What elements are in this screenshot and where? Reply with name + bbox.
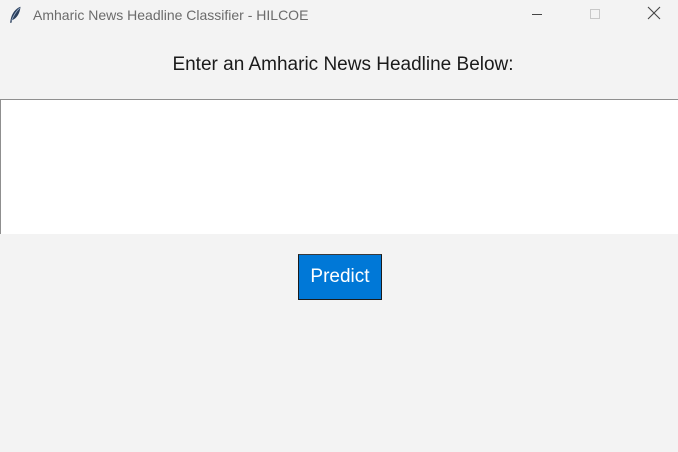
close-icon (647, 6, 661, 25)
title-bar[interactable]: Amharic News Headline Classifier - HILCO… (0, 0, 678, 31)
window-title: Amharic News Headline Classifier - HILCO… (33, 7, 309, 23)
headline-prompt-label: Enter an Amharic News Headline Below: (172, 54, 514, 75)
minimize-icon (531, 7, 543, 25)
predict-button[interactable]: Predict (298, 254, 382, 300)
headline-text-input[interactable] (0, 99, 678, 234)
maximize-button[interactable] (572, 0, 618, 31)
maximize-icon (589, 7, 601, 25)
app-window: Amharic News Headline Classifier - HILCO… (0, 0, 678, 452)
close-button[interactable] (631, 0, 677, 31)
minimize-button[interactable] (514, 0, 560, 31)
feather-icon (8, 6, 22, 24)
